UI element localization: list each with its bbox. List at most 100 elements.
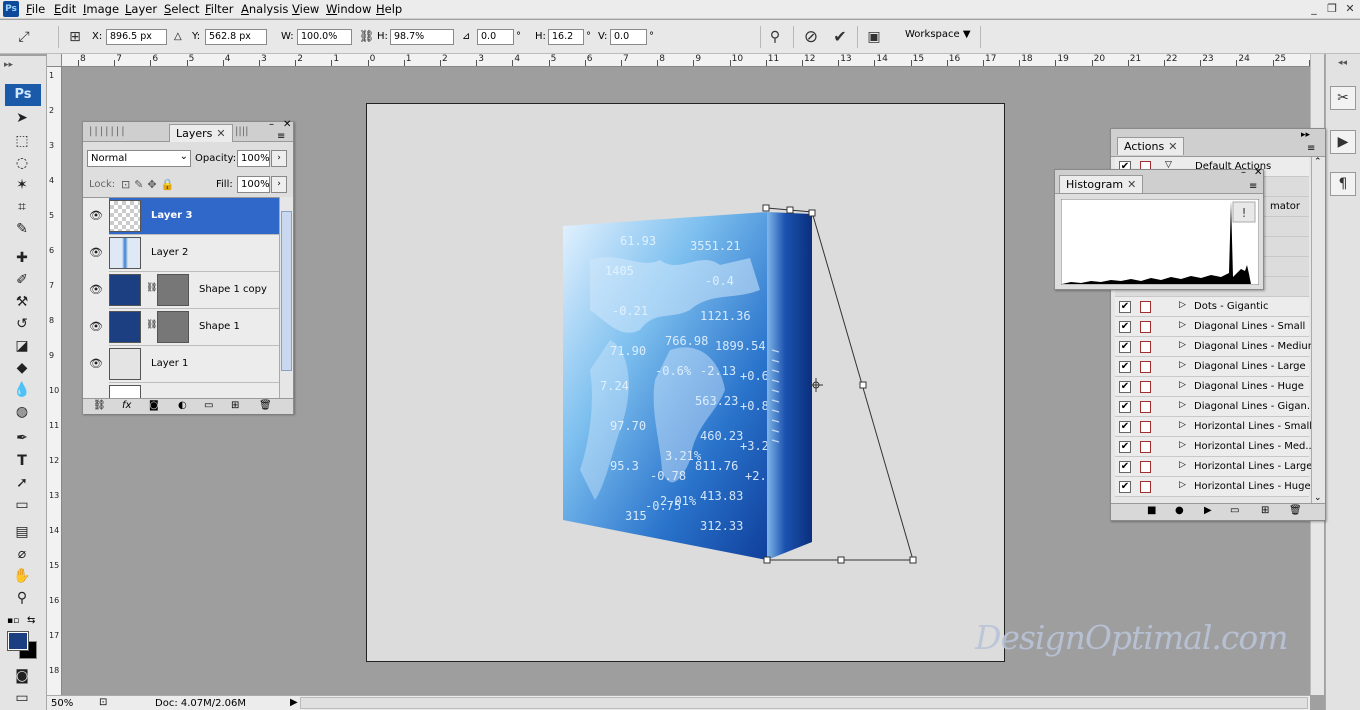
action-name[interactable]: Diagonal Lines - Small bbox=[1194, 321, 1305, 332]
x-field[interactable]: 896.5 px bbox=[106, 29, 167, 45]
foreground-color-swatch[interactable] bbox=[7, 631, 29, 651]
dialog-toggle-icon[interactable] bbox=[1140, 361, 1151, 373]
menu-select[interactable]: Select bbox=[164, 2, 200, 16]
menu-window[interactable]: Window bbox=[326, 2, 371, 16]
play-icon[interactable]: ▶ bbox=[1204, 505, 1212, 516]
menu-analysis[interactable]: Analysis bbox=[241, 2, 288, 16]
crop-tool-icon[interactable]: ⌗ bbox=[10, 197, 34, 217]
action-name[interactable]: Horizontal Lines - Med... bbox=[1194, 441, 1311, 452]
commit-transform-icon[interactable]: ✔ bbox=[830, 27, 850, 47]
panel-collapse-icon[interactable]: ▸▸ bbox=[1301, 130, 1310, 140]
scroll-down-icon[interactable]: ⌄ bbox=[1314, 493, 1322, 503]
layer-row[interactable]: 👁 Layer 2 bbox=[89, 235, 279, 272]
fill-slider-button[interactable]: › bbox=[271, 176, 287, 193]
visibility-eye-icon[interactable]: 👁 bbox=[87, 281, 105, 299]
menu-image[interactable]: Image bbox=[83, 2, 119, 16]
status-arrow-icon[interactable]: ▶ bbox=[290, 697, 298, 708]
adjustment-layer-icon[interactable]: ◐ bbox=[178, 400, 187, 411]
ps-logo[interactable]: Ps bbox=[5, 84, 41, 106]
eyedropper-tool-icon[interactable]: ✎ bbox=[10, 219, 34, 239]
dialog-toggle-icon[interactable] bbox=[1140, 341, 1151, 353]
layer-row[interactable]: 👁 Layer 3 bbox=[89, 198, 279, 235]
reference-point-icon[interactable]: ⊞ bbox=[65, 27, 85, 47]
transform-tool-preset-icon[interactable]: ⤢ bbox=[14, 27, 34, 47]
stop-icon[interactable]: ■ bbox=[1147, 505, 1156, 516]
bridge-icon[interactable]: ▣ bbox=[864, 27, 884, 47]
eraser-tool-icon[interactable]: ◪ bbox=[10, 336, 34, 356]
expand-triangle-icon[interactable]: ▷ bbox=[1179, 420, 1186, 430]
dialog-toggle-icon[interactable] bbox=[1140, 321, 1151, 333]
status-menu-icon[interactable]: ⊡ bbox=[99, 697, 107, 708]
layers-scrollbar[interactable] bbox=[279, 197, 293, 402]
dialog-toggle-icon[interactable] bbox=[1140, 481, 1151, 493]
menu-filter[interactable]: Filter bbox=[205, 2, 233, 16]
rotate-field[interactable]: 0.0 bbox=[477, 29, 514, 45]
action-row[interactable]: ✔ ▷ Diagonal Lines - Large bbox=[1115, 357, 1309, 377]
action-row[interactable]: ✔ ▷ Horizontal Lines - Med... bbox=[1115, 437, 1311, 457]
checkbox[interactable]: ✔ bbox=[1119, 381, 1131, 393]
y-field[interactable]: 562.8 px bbox=[205, 29, 267, 45]
zoom-tool-icon[interactable]: ⚲ bbox=[10, 588, 34, 608]
rectangle-tool-icon[interactable]: ▭ bbox=[10, 495, 34, 515]
marquee-tool-icon[interactable]: ⬚ bbox=[10, 131, 34, 151]
layer-name[interactable]: Layer 2 bbox=[151, 247, 188, 258]
ruler-origin[interactable] bbox=[47, 54, 62, 67]
visibility-eye-icon[interactable]: 👁 bbox=[87, 355, 105, 373]
swap-colors-icon[interactable]: ⇆ bbox=[27, 615, 35, 626]
trash-icon[interactable]: 🗑 bbox=[259, 400, 272, 411]
action-row[interactable]: ✔ ▷ Horizontal Lines - Large bbox=[1115, 457, 1311, 477]
checkbox[interactable]: ✔ bbox=[1119, 401, 1131, 413]
expand-triangle-icon[interactable]: ▷ bbox=[1179, 320, 1186, 330]
checkbox[interactable]: ✔ bbox=[1119, 461, 1131, 473]
eyedropper-icon[interactable]: ⌀ bbox=[10, 544, 34, 564]
blur-tool-icon[interactable]: 💧 bbox=[10, 380, 34, 400]
action-name[interactable]: mator bbox=[1270, 201, 1300, 212]
layer-name[interactable]: Layer 3 bbox=[151, 210, 192, 221]
scroll-thumb[interactable] bbox=[281, 211, 292, 371]
checkbox[interactable]: ✔ bbox=[1119, 341, 1131, 353]
checkbox[interactable]: ✔ bbox=[1119, 321, 1131, 333]
magic-wand-icon[interactable]: ✶ bbox=[10, 175, 34, 195]
history-brush-icon[interactable]: ↺ bbox=[10, 314, 34, 334]
panel-menu-icon[interactable]: ≡ bbox=[277, 131, 285, 142]
dialog-toggle-icon[interactable] bbox=[1140, 461, 1151, 473]
layer-name[interactable]: Shape 1 copy bbox=[199, 284, 267, 295]
tab-layers[interactable]: Layers ✕ bbox=[169, 124, 233, 142]
new-set-icon[interactable]: ▭ bbox=[1230, 505, 1239, 516]
notes-tool-icon[interactable]: ▤ bbox=[10, 522, 34, 542]
layer-name[interactable]: Layer 1 bbox=[151, 358, 188, 369]
visibility-eye-icon[interactable]: 👁 bbox=[87, 318, 105, 336]
vskew-field[interactable]: 0.0 bbox=[610, 29, 647, 45]
scroll-up-icon[interactable]: ⌃ bbox=[1314, 157, 1322, 167]
visibility-eye-icon[interactable]: 👁 bbox=[87, 207, 105, 225]
clone-stamp-icon[interactable]: ⚒ bbox=[10, 292, 34, 312]
warp-icon[interactable]: ⚲ bbox=[765, 27, 785, 47]
chain-link-icon[interactable]: ⛓ bbox=[146, 283, 157, 293]
horizontal-scrollbar[interactable] bbox=[300, 697, 1308, 709]
close-tab-icon[interactable]: ✕ bbox=[1168, 140, 1177, 153]
checkbox[interactable]: ✔ bbox=[1119, 441, 1131, 453]
close-tab-icon[interactable]: ✕ bbox=[1127, 178, 1136, 191]
dock-collapse-icon[interactable]: ◂◂ bbox=[1338, 58, 1347, 68]
tab-actions[interactable]: Actions ✕ bbox=[1117, 137, 1185, 155]
box-artwork[interactable]: 61.93 3551.21 -0.4 1121.36 1899.54 766.98 -2.1… bbox=[550, 200, 930, 570]
fx-icon[interactable]: fx bbox=[122, 400, 131, 411]
expand-triangle-icon[interactable]: ▷ bbox=[1179, 480, 1186, 490]
action-name[interactable]: Diagonal Lines - Huge bbox=[1194, 381, 1304, 392]
height-field[interactable]: 98.7% bbox=[390, 29, 454, 45]
actions-dock-icon[interactable]: ▶ bbox=[1330, 130, 1356, 154]
close-window-button[interactable]: ✕ bbox=[1343, 2, 1357, 16]
dodge-tool-icon[interactable]: ◍ bbox=[10, 402, 34, 422]
action-row[interactable]: ✔ ▷ Horizontal Lines - Huge bbox=[1115, 477, 1311, 497]
action-row[interactable]: ✔ ▷ Diagonal Lines - Gigan... bbox=[1115, 397, 1311, 417]
minimize-button[interactable]: _ bbox=[1307, 2, 1321, 16]
action-row[interactable]: ✔ ▷ Diagonal Lines - Medium bbox=[1115, 337, 1311, 357]
type-tool-icon[interactable]: T bbox=[10, 451, 34, 471]
expand-triangle-icon[interactable]: ▷ bbox=[1179, 460, 1186, 470]
new-action-icon[interactable]: ⊞ bbox=[1261, 505, 1269, 516]
menu-help[interactable]: Help bbox=[376, 2, 402, 16]
lasso-tool-icon[interactable]: ◌ bbox=[10, 153, 34, 173]
checkbox[interactable]: ✔ bbox=[1119, 481, 1131, 493]
opacity-slider-button[interactable]: › bbox=[271, 150, 287, 167]
new-layer-icon[interactable]: ⊞ bbox=[231, 400, 239, 411]
